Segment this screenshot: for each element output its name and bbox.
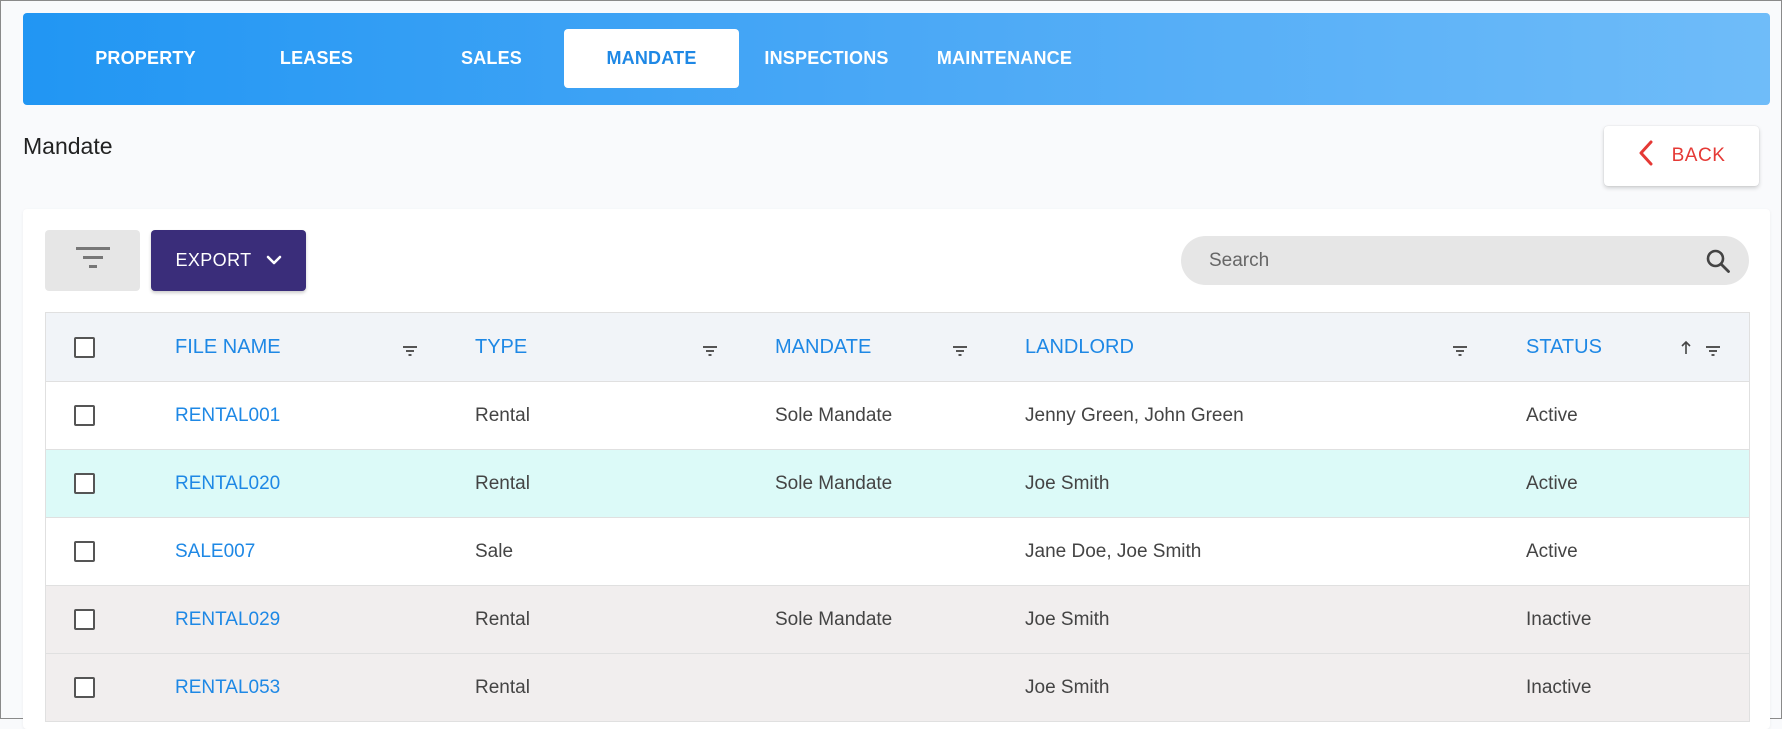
row-checkbox[interactable] <box>74 609 95 630</box>
filter-icon[interactable] <box>1706 340 1720 363</box>
landlord-cell: Jane Doe, Joe Smith <box>1025 540 1202 562</box>
column-header-type[interactable]: TYPE <box>475 313 527 381</box>
column-header-landlord[interactable]: LANDLORD <box>1025 313 1134 381</box>
type-cell: Rental <box>475 404 530 426</box>
mandate-cell: Sole Mandate <box>775 404 893 426</box>
status-cell: Inactive <box>1526 608 1592 630</box>
table-row[interactable]: RENTAL029 Rental Sole Mandate Joe Smith … <box>46 586 1749 654</box>
tab-inspections[interactable]: INSPECTIONS <box>739 29 914 88</box>
page-title: Mandate <box>23 133 113 159</box>
status-cell: Inactive <box>1526 676 1592 698</box>
landlord-cell: Joe Smith <box>1025 608 1110 630</box>
tab-sales[interactable]: SALES <box>404 29 579 88</box>
filter-button[interactable] <box>45 230 140 291</box>
landlord-cell: Joe Smith <box>1025 676 1110 698</box>
chevron-left-icon <box>1638 140 1654 172</box>
tab-property[interactable]: PROPERTY <box>58 29 233 88</box>
back-button[interactable]: BACK <box>1604 126 1759 186</box>
mandate-list-card: EXPORT FILE NAME TYPE MANDATE LANDLORD S… <box>23 209 1770 729</box>
filter-icon[interactable] <box>1453 340 1467 363</box>
mandate-cell: Sole Mandate <box>775 472 893 494</box>
back-label: BACK <box>1671 145 1726 166</box>
table-row[interactable]: SALE007 Sale Jane Doe, Joe Smith Active <box>46 518 1749 586</box>
status-cell: Active <box>1526 540 1578 562</box>
status-cell: Active <box>1526 404 1578 426</box>
mandate-table: FILE NAME TYPE MANDATE LANDLORD STATUS R… <box>45 312 1750 722</box>
table-header-row: FILE NAME TYPE MANDATE LANDLORD STATUS <box>46 313 1749 382</box>
row-checkbox[interactable] <box>74 473 95 494</box>
type-cell: Rental <box>475 608 530 630</box>
mandate-cell: Sole Mandate <box>775 608 893 630</box>
column-header-status[interactable]: STATUS <box>1526 313 1602 381</box>
table-row[interactable]: RENTAL020 Rental Sole Mandate Joe Smith … <box>46 450 1749 518</box>
search-icon[interactable] <box>1705 248 1731 279</box>
table-row[interactable]: RENTAL001 Rental Sole Mandate Jenny Gree… <box>46 382 1749 450</box>
filter-icon[interactable] <box>403 340 417 363</box>
table-row[interactable]: RENTAL053 Rental Joe Smith Inactive <box>46 654 1749 722</box>
sort-ascending-icon[interactable] <box>1680 338 1692 361</box>
column-header-file-name[interactable]: FILE NAME <box>175 313 281 381</box>
tab-leases[interactable]: LEASES <box>229 29 404 88</box>
tab-mandate[interactable]: MANDATE <box>564 29 739 88</box>
row-checkbox[interactable] <box>74 541 95 562</box>
row-checkbox[interactable] <box>74 677 95 698</box>
chevron-down-icon <box>266 250 282 271</box>
status-cell: Active <box>1526 472 1578 494</box>
filter-lines-icon <box>75 245 111 276</box>
file-name-link[interactable]: RENTAL001 <box>175 382 280 449</box>
export-button[interactable]: EXPORT <box>151 230 306 291</box>
type-cell: Rental <box>475 472 530 494</box>
filter-icon[interactable] <box>703 340 717 363</box>
type-cell: Rental <box>475 676 530 698</box>
landlord-cell: Joe Smith <box>1025 472 1110 494</box>
file-name-link[interactable]: SALE007 <box>175 518 255 585</box>
type-cell: Sale <box>475 540 514 562</box>
column-header-mandate[interactable]: MANDATE <box>775 313 871 381</box>
row-checkbox[interactable] <box>74 405 95 426</box>
search-bar <box>1181 236 1749 285</box>
file-name-link[interactable]: RENTAL053 <box>175 654 280 721</box>
export-label: EXPORT <box>175 250 252 270</box>
search-input[interactable] <box>1207 248 1681 273</box>
top-navigation: PROPERTY LEASES SALES MANDATE INSPECTION… <box>23 13 1770 105</box>
file-name-link[interactable]: RENTAL029 <box>175 586 280 653</box>
filter-icon[interactable] <box>953 340 967 363</box>
file-name-link[interactable]: RENTAL020 <box>175 450 280 517</box>
select-all-checkbox[interactable] <box>74 336 95 358</box>
tab-maintenance[interactable]: MAINTENANCE <box>917 29 1092 88</box>
landlord-cell: Jenny Green, John Green <box>1025 404 1244 426</box>
